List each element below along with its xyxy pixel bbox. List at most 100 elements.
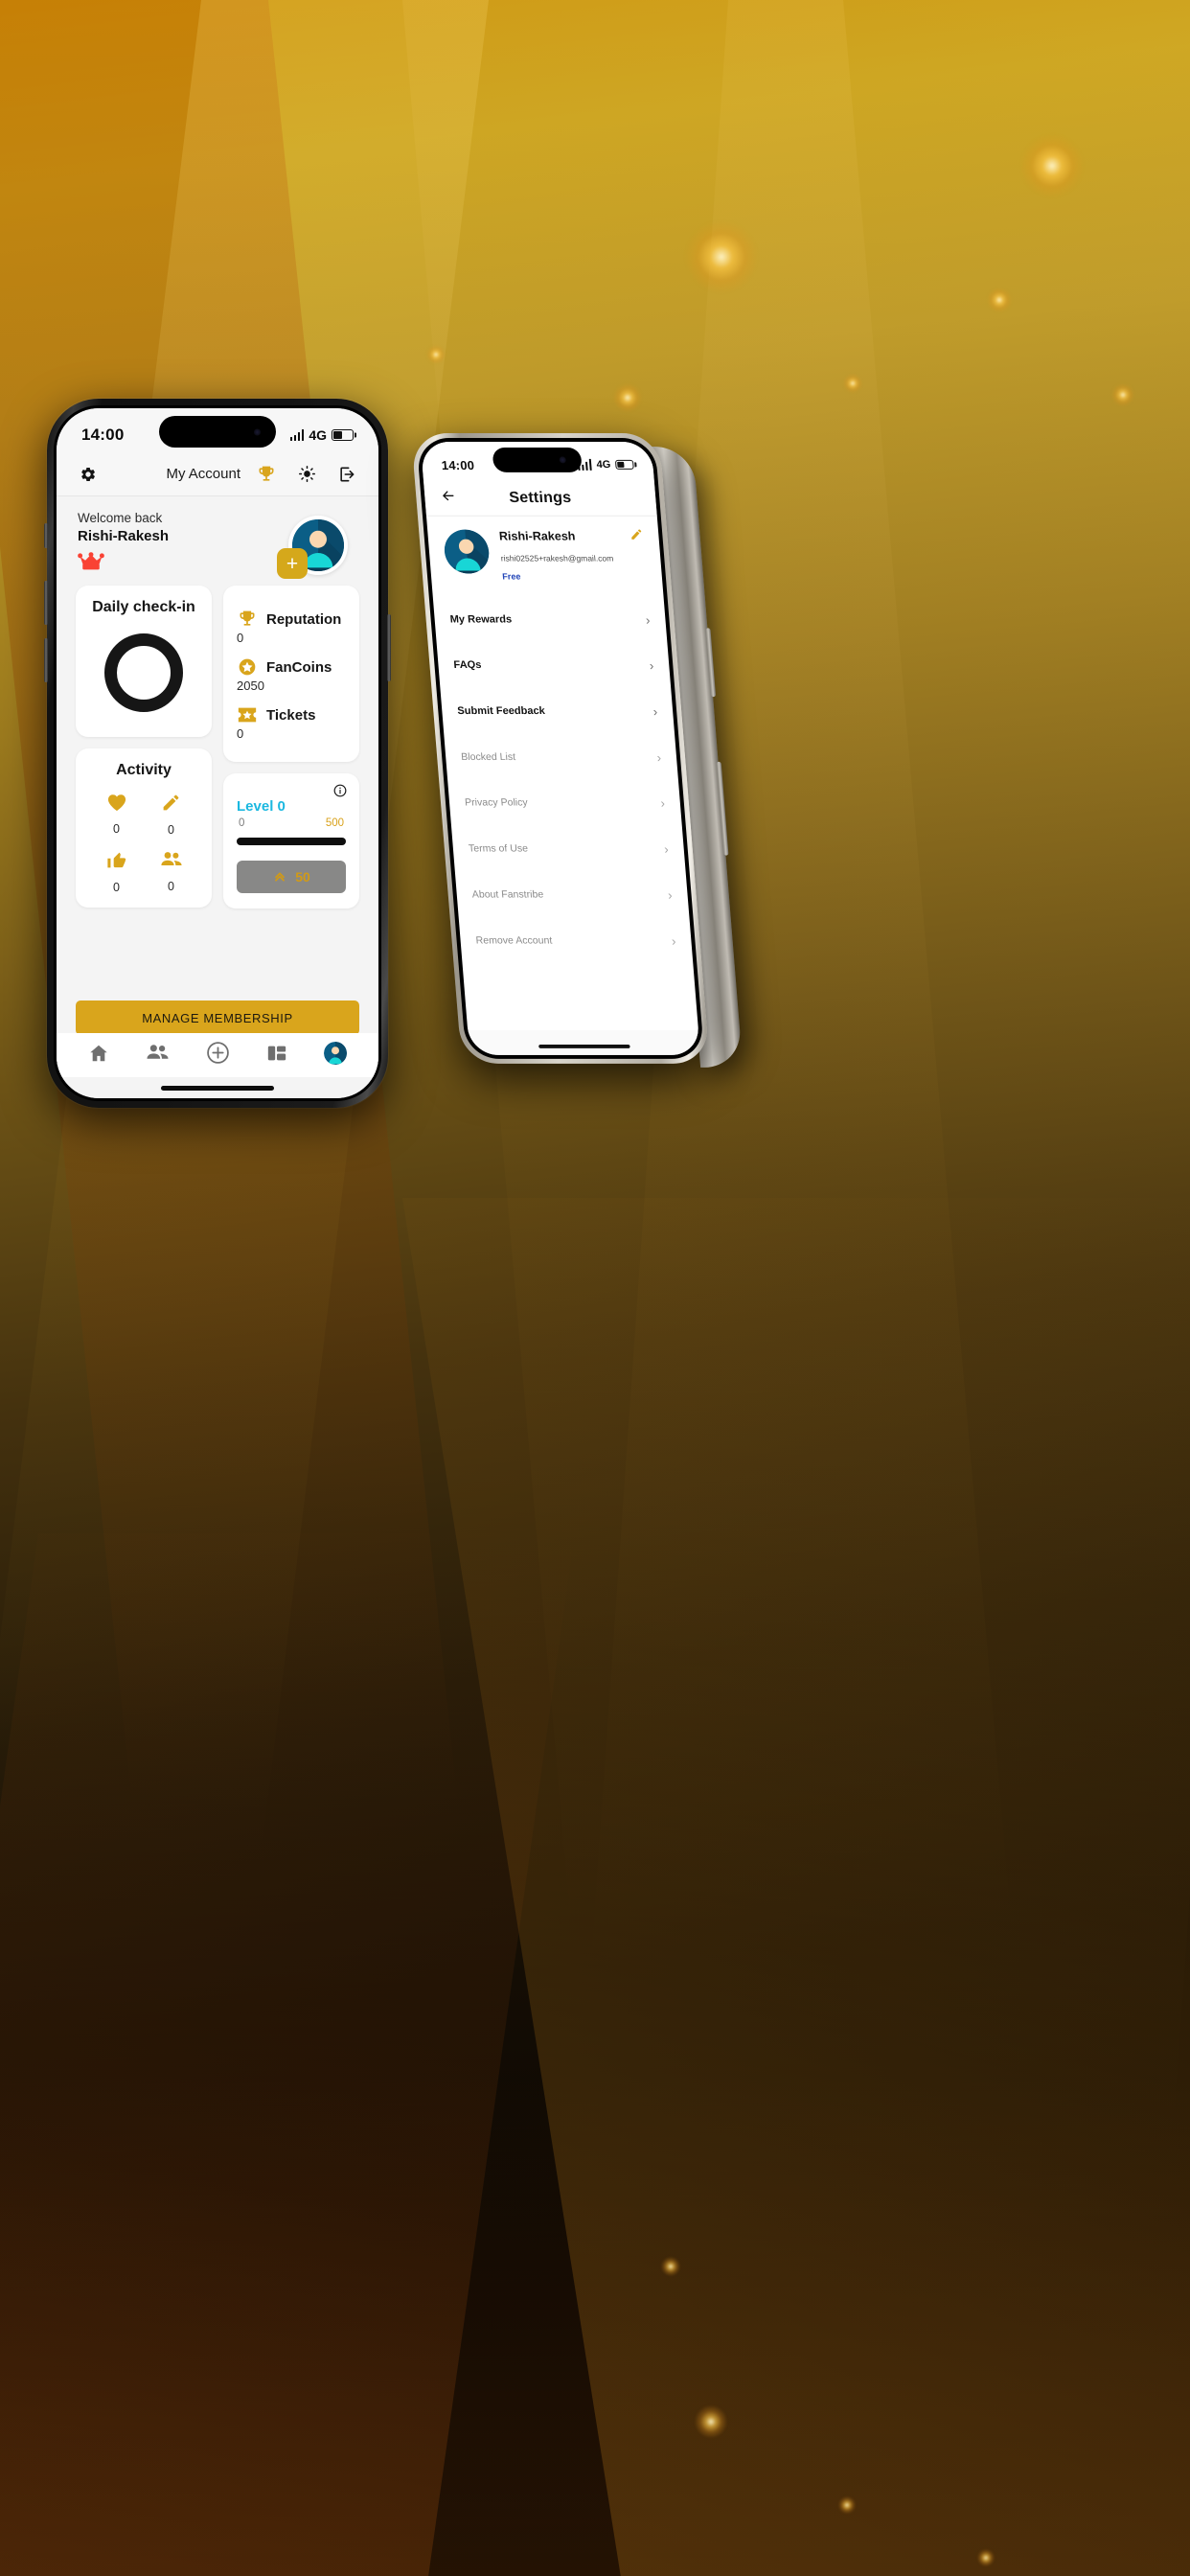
settings-item-terms-of-use[interactable]: Terms of Use › [451, 826, 686, 872]
light-orb [977, 2549, 995, 2566]
phone-device-left: 14:00 4G My Account Welcome back Rishi-R… [44, 399, 391, 1108]
nav-profile-avatar-icon[interactable] [324, 1041, 347, 1070]
add-avatar-button[interactable]: + [277, 548, 308, 579]
user-avatar[interactable]: + [277, 516, 348, 579]
settings-item-about-fanstribe[interactable]: About Fanstribe › [455, 872, 690, 918]
chevron-right-icon: › [671, 932, 676, 948]
chevron-right-icon: › [655, 749, 662, 765]
activity-value: 0 [113, 822, 120, 837]
settings-item-label: My Rewards [449, 613, 513, 626]
network-type-label: 4G [596, 458, 611, 471]
settings-item-label: Remove Account [475, 934, 553, 947]
chevron-right-icon: › [659, 795, 666, 811]
nav-people-icon[interactable] [146, 1043, 170, 1068]
dynamic-island [159, 416, 276, 448]
heart-icon [106, 793, 127, 816]
chevron-right-icon: › [667, 886, 674, 902]
chevron-right-icon: › [645, 611, 651, 627]
stat-reputation: Reputation [237, 609, 346, 630]
stat-value: 0 [237, 631, 244, 646]
logout-icon[interactable] [334, 465, 359, 484]
level-card: Level 0 0 500 50 [223, 773, 359, 909]
star-coin-icon [237, 656, 258, 678]
sun-icon[interactable] [294, 465, 319, 483]
stat-label: Tickets [266, 706, 316, 724]
settings-item-my-rewards[interactable]: My Rewards › [433, 596, 668, 642]
phone-left-screen: 14:00 4G My Account Welcome back Rishi-R… [57, 408, 378, 1098]
settings-item-blocked-list[interactable]: Blocked List › [444, 734, 678, 780]
settings-item-remove-account[interactable]: Remove Account › [459, 917, 694, 963]
level-title: Level 0 [237, 798, 286, 816]
welcome-username: Rishi-Rakesh [78, 528, 170, 545]
settings-item-label: Privacy Policy [464, 796, 529, 809]
level-boost-value: 50 [295, 869, 310, 886]
chevron-right-icon: › [649, 657, 654, 673]
chevron-right-icon: › [652, 703, 658, 719]
crown-icon [78, 552, 169, 576]
settings-profile-block[interactable]: Rishi-Rakesh rishi02525+rakesh@gmail.com… [426, 517, 663, 591]
bottom-navigation [57, 1033, 378, 1077]
settings-menu-list: My Rewards › FAQs › Submit Feedback › Bl… [432, 590, 693, 963]
manage-membership-button[interactable]: MANAGE MEMBERSHIP [76, 1000, 359, 1035]
settings-item-label: About Fanstribe [471, 888, 544, 901]
gear-icon[interactable] [76, 466, 101, 483]
light-orb [685, 220, 758, 293]
nav-home-icon[interactable] [88, 1043, 109, 1069]
dashboard-cards: Daily check-in Activity 0 0 0 0 Reputati… [57, 576, 378, 909]
back-arrow-icon[interactable] [440, 487, 458, 508]
background-artwork [0, 0, 1190, 2576]
app-content: Welcome back Rishi-Rakesh + Daily check-… [57, 496, 378, 1098]
profile-plan-badge: Free [501, 571, 521, 582]
status-bar: 14:00 4G [420, 441, 654, 480]
settings-item-privacy-policy[interactable]: Privacy Policy › [447, 780, 682, 826]
stat-label: FanCoins [266, 658, 332, 676]
battery-icon [332, 429, 354, 441]
status-bar: 14:00 4G [57, 408, 378, 452]
chevron-right-icon: › [663, 841, 670, 857]
background-facets [0, 0, 1190, 2576]
app-header: My Account [57, 452, 378, 496]
light-orb [661, 2257, 680, 2276]
progress-ring-icon [104, 633, 183, 713]
status-time: 14:00 [81, 426, 125, 444]
stat-tickets: Tickets [237, 704, 346, 725]
settings-item-submit-feedback[interactable]: Submit Feedback › [440, 688, 675, 734]
nav-plus-circle-icon[interactable] [206, 1041, 230, 1070]
light-orb [1020, 134, 1084, 197]
nav-dashboard-icon[interactable] [266, 1043, 287, 1069]
network-type-label: 4G [309, 427, 327, 443]
light-orb [695, 2405, 727, 2438]
activity-card: Activity 0 0 0 0 [76, 748, 212, 908]
activity-item-thumbs: 0 [89, 850, 144, 894]
activity-title: Activity [116, 762, 172, 779]
profile-name: Rishi-Rakesh [498, 529, 576, 543]
light-orb [838, 2496, 856, 2514]
pencil-icon[interactable] [629, 528, 645, 546]
home-indicator [538, 1044, 630, 1048]
level-max: 500 [325, 817, 344, 830]
stat-label: Reputation [266, 610, 342, 628]
settings-item-faqs[interactable]: FAQs › [437, 642, 672, 688]
pencil-icon [161, 793, 181, 817]
daily-checkin-card[interactable]: Daily check-in [76, 586, 212, 738]
daily-checkin-title: Daily check-in [92, 599, 195, 616]
level-boost-button[interactable]: 50 [237, 861, 346, 894]
level-progress-bar [237, 838, 346, 846]
signal-bars-icon [289, 429, 305, 441]
light-orb [843, 374, 862, 393]
profile-email: rishi02525+rakesh@gmail.com [500, 553, 614, 564]
info-icon[interactable] [333, 784, 347, 802]
battery-icon [614, 459, 634, 470]
level-min: 0 [239, 817, 245, 830]
trophy-icon [237, 609, 258, 630]
people-icon [160, 850, 183, 874]
phone-right-screen: 14:00 4G Settings Rishi-Rakesh rishi0252… [420, 441, 701, 1055]
settings-item-label: Submit Feedback [456, 705, 546, 718]
light-orb [987, 288, 1012, 312]
status-time: 14:00 [441, 457, 475, 472]
welcome-greeting: Welcome back [78, 511, 163, 525]
double-chevron-up-icon [272, 868, 287, 886]
ticket-icon [237, 704, 258, 725]
thumbs-up-icon [106, 850, 127, 875]
trophy-icon[interactable] [254, 465, 279, 484]
